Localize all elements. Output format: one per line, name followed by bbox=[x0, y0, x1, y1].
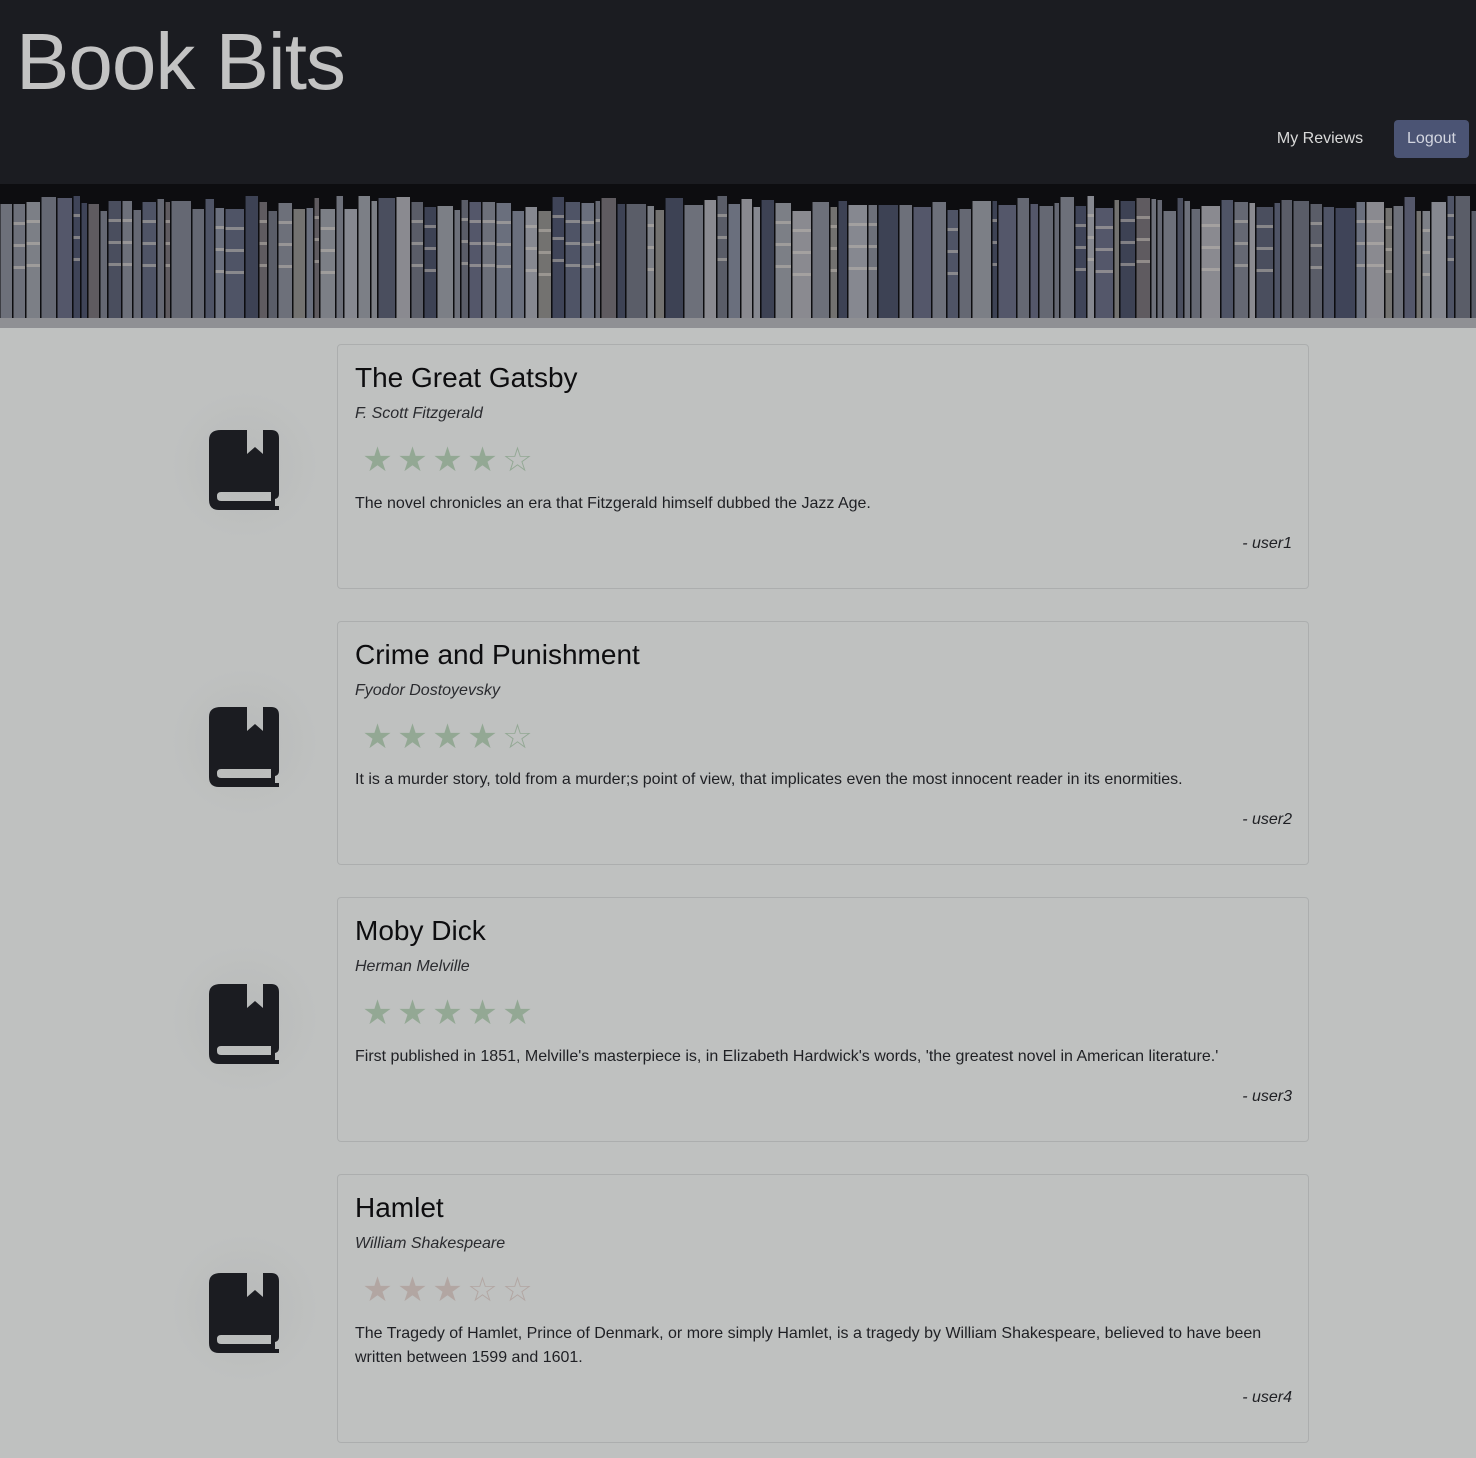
star-filled-icon: ★ bbox=[362, 994, 393, 1032]
star-filled-icon: ★ bbox=[467, 994, 498, 1032]
logout-button[interactable]: Logout bbox=[1394, 120, 1469, 158]
star-empty-icon: ☆ bbox=[502, 441, 533, 479]
site-header: Book Bits My Reviews Logout bbox=[0, 0, 1476, 184]
star-empty-icon: ☆ bbox=[502, 718, 533, 756]
book-icon-badge bbox=[170, 944, 320, 1094]
review-text: First published in 1851, Melville's mast… bbox=[355, 1048, 1219, 1065]
book-author: Fyodor Dostoyevsky bbox=[355, 682, 500, 699]
star-filled-icon: ★ bbox=[362, 441, 393, 479]
bookshelf-banner bbox=[0, 184, 1476, 328]
review-user: - user1 bbox=[1242, 535, 1292, 552]
review-text: It is a murder story, told from a murder… bbox=[355, 771, 1183, 788]
star-filled-icon: ★ bbox=[502, 994, 533, 1032]
review-text: The novel chronicles an era that Fitzger… bbox=[355, 495, 871, 512]
site-brand[interactable]: Book Bits bbox=[16, 16, 346, 108]
star-filled-icon: ★ bbox=[362, 718, 393, 756]
star-empty-icon: ☆ bbox=[502, 1271, 533, 1309]
star-filled-icon: ★ bbox=[362, 1271, 393, 1309]
book-icon-badge bbox=[170, 667, 320, 817]
star-rating: ★ ★ ★ ☆ ☆ bbox=[360, 1272, 535, 1308]
review-user: - user2 bbox=[1242, 811, 1292, 828]
review-card: Moby Dick Herman Melville ★ ★ ★ ★ ★ First pu… bbox=[337, 897, 1309, 1142]
book-title[interactable]: Moby Dick bbox=[355, 915, 486, 947]
star-filled-icon: ★ bbox=[432, 994, 463, 1032]
book-author: William Shakespeare bbox=[355, 1235, 506, 1252]
star-filled-icon: ★ bbox=[432, 1271, 463, 1309]
bookshelf-image bbox=[0, 184, 1476, 328]
my-reviews-link[interactable]: My Reviews bbox=[1258, 121, 1382, 157]
book-title[interactable]: Crime and Punishment bbox=[355, 639, 640, 671]
book-author: F. Scott Fitzgerald bbox=[355, 405, 483, 422]
star-filled-icon: ★ bbox=[467, 718, 498, 756]
book-title[interactable]: The Great Gatsby bbox=[355, 362, 578, 394]
book-title[interactable]: Hamlet bbox=[355, 1192, 444, 1224]
book-icon-badge bbox=[170, 1233, 320, 1383]
star-rating: ★ ★ ★ ★ ☆ bbox=[360, 442, 535, 478]
star-filled-icon: ★ bbox=[397, 718, 428, 756]
book-icon bbox=[209, 984, 279, 1064]
review-user: - user3 bbox=[1242, 1088, 1292, 1105]
review-card: Hamlet William Shakespeare ★ ★ ★ ☆ ☆ The Tra… bbox=[337, 1174, 1309, 1443]
star-filled-icon: ★ bbox=[432, 441, 463, 479]
book-author: Herman Melville bbox=[355, 958, 470, 975]
star-rating: ★ ★ ★ ★ ☆ bbox=[360, 719, 535, 755]
star-rating: ★ ★ ★ ★ ★ bbox=[360, 995, 535, 1031]
star-filled-icon: ★ bbox=[397, 994, 428, 1032]
book-icon-badge bbox=[170, 390, 320, 540]
review-user: - user4 bbox=[1242, 1389, 1292, 1406]
star-filled-icon: ★ bbox=[397, 441, 428, 479]
review-card: Crime and Punishment Fyodor Dostoyevsky … bbox=[337, 621, 1309, 865]
star-filled-icon: ★ bbox=[397, 1271, 428, 1309]
review-text: The Tragedy of Hamlet, Prince of Denmark… bbox=[355, 1325, 1262, 1366]
book-icon bbox=[209, 430, 279, 510]
book-icon bbox=[209, 707, 279, 787]
star-filled-icon: ★ bbox=[432, 718, 463, 756]
star-filled-icon: ★ bbox=[467, 441, 498, 479]
review-card: The Great Gatsby F. Scott Fitzgerald ★ ★ ★… bbox=[337, 344, 1309, 589]
star-empty-icon: ☆ bbox=[467, 1271, 498, 1309]
book-icon bbox=[209, 1273, 279, 1353]
